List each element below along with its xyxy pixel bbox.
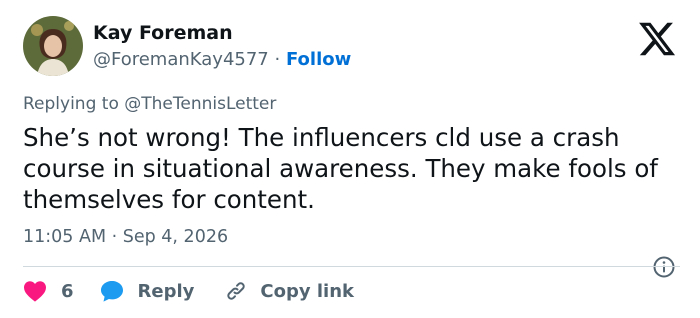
reply-button[interactable]: Reply xyxy=(100,280,195,302)
replying-to-mention[interactable]: @TheTennisLetter xyxy=(124,94,276,114)
tweet-actions: 6 Reply Copy link xyxy=(23,280,354,302)
author-handle[interactable]: @ForemanKay4577 xyxy=(93,49,269,70)
replying-to: Replying to @TheTennisLetter xyxy=(23,94,276,114)
author-display-name[interactable]: Kay Foreman xyxy=(93,22,233,44)
divider xyxy=(23,266,680,267)
follow-button[interactable]: Follow xyxy=(286,49,351,70)
heart-icon xyxy=(23,280,47,302)
reply-bubble-icon xyxy=(100,280,124,302)
link-icon xyxy=(224,279,248,303)
copy-link-button[interactable]: Copy link xyxy=(224,279,354,303)
info-icon[interactable] xyxy=(652,255,676,279)
like-button[interactable]: 6 xyxy=(23,280,74,302)
handle-separator: · xyxy=(274,49,281,70)
author-handle-row: @ForemanKay4577 · Follow xyxy=(93,49,351,70)
x-logo-icon[interactable] xyxy=(637,19,677,59)
replying-to-prefix: Replying to xyxy=(23,94,119,114)
tweet-timestamp[interactable]: 11:05 AM · Sep 4, 2026 xyxy=(23,227,228,247)
copy-link-label: Copy link xyxy=(260,280,354,302)
avatar[interactable] xyxy=(23,16,83,76)
tweet-text: She’s not wrong! The influencers cld use… xyxy=(23,123,658,214)
like-count: 6 xyxy=(61,280,74,302)
reply-label: Reply xyxy=(137,280,195,302)
